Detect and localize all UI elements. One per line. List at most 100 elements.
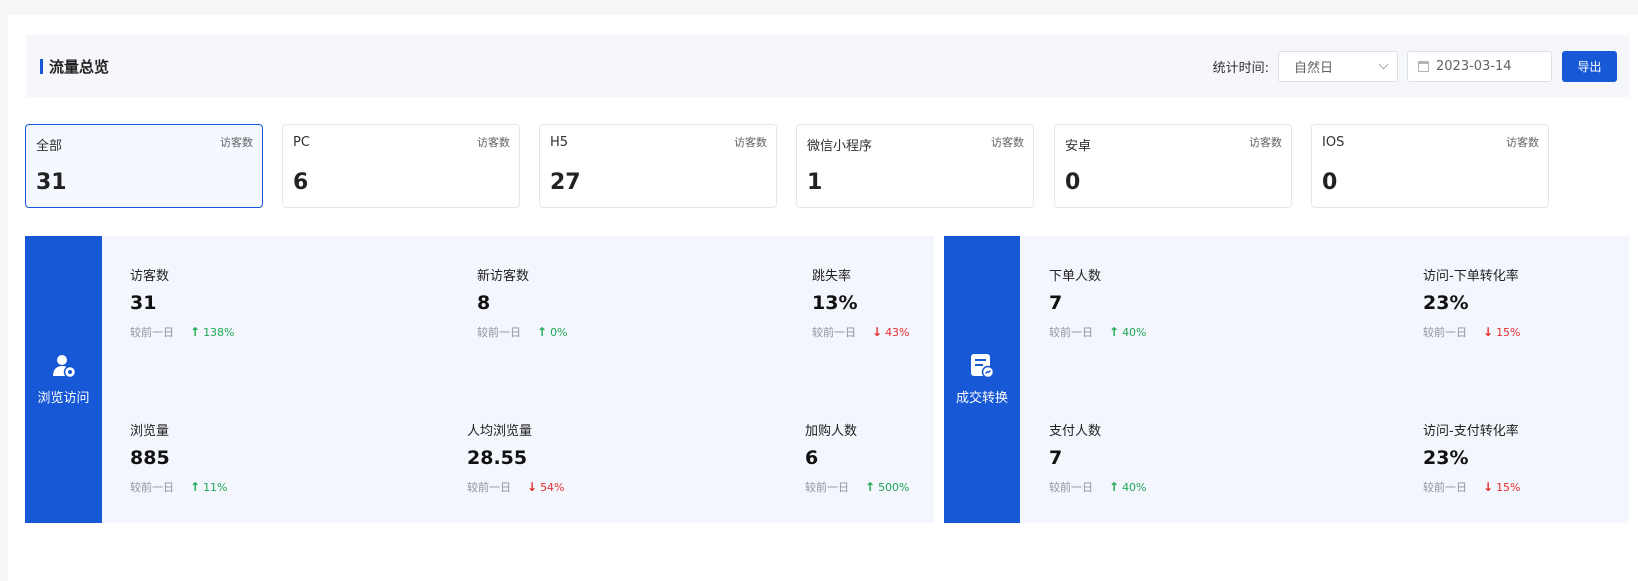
metric-page-views: 浏览量 885 较前一日 ↑ 11% — [130, 420, 228, 495]
chevron-down-icon — [1378, 59, 1389, 70]
change-value: 43% — [885, 325, 910, 339]
filter-bar: 统计时间: 自然日 2023-03-14 导出 — [1213, 51, 1617, 82]
change-up: ↑ 500% — [865, 480, 910, 494]
conversion-label: 成交转换 — [955, 391, 1008, 406]
change-up: ↑ 0% — [537, 325, 568, 339]
dashboard-page: 流量总览 统计时间: 自然日 2023-03-14 导出 全部 访客数 31 P… — [8, 15, 1638, 581]
period-select-value: 自然日 — [1294, 61, 1334, 76]
metric-visit-pay-rate: 访问-支付转化率 23% 较前一日 ↓ 15% — [1423, 420, 1521, 495]
card-value: 0 — [1065, 170, 1081, 195]
change-up: ↑ 40% — [1109, 480, 1147, 494]
card-sub: 访客数 — [1249, 136, 1282, 149]
change-value: 138% — [203, 325, 235, 339]
arrow-up-icon: ↑ — [1109, 480, 1120, 494]
title-accent-bar — [40, 58, 43, 74]
metric-value: 31 — [130, 292, 157, 314]
arrow-up-icon: ↑ — [190, 480, 201, 494]
change-value: 500% — [878, 480, 910, 494]
card-all[interactable]: 全部 访客数 31 — [25, 124, 263, 208]
change-value: 11% — [203, 480, 228, 494]
change-down: ↓ 43% — [872, 325, 910, 339]
metric-order-users: 下单人数 7 较前一日 ↑ 40% — [1049, 265, 1147, 340]
date-value: 2023-03-14 — [1436, 59, 1512, 74]
card-value: 6 — [293, 170, 309, 195]
metric-visit-order-rate: 访问-下单转化率 23% 较前一日 ↓ 15% — [1423, 265, 1521, 340]
stat-time-label: 统计时间: — [1212, 61, 1269, 76]
metric-compare: 较前一日 ↑ 40% — [1049, 479, 1147, 495]
card-sub: 访客数 — [220, 136, 253, 149]
arrow-up-icon: ↑ — [537, 325, 548, 339]
card-sub: 访客数 — [991, 136, 1024, 149]
compare-label: 较前一日 — [805, 481, 849, 494]
metric-value: 28.55 — [467, 447, 528, 469]
compare-label: 较前一日 — [1049, 481, 1093, 494]
metric-add-to-cart: 加购人数 6 较前一日 ↑ 500% — [805, 420, 910, 495]
metric-compare: 较前一日 ↑ 500% — [805, 479, 910, 495]
change-up: ↑ 40% — [1109, 325, 1147, 339]
compare-label: 较前一日 — [467, 481, 511, 494]
metric-label: 访问-下单转化率 — [1423, 269, 1519, 284]
metric-compare: 较前一日 ↓ 15% — [1423, 324, 1521, 340]
metric-label: 访问-支付转化率 — [1423, 424, 1519, 439]
arrow-down-icon: ↓ — [1483, 325, 1494, 339]
card-name: PC — [293, 135, 310, 150]
change-value: 0% — [550, 325, 568, 339]
calendar-icon — [1418, 61, 1429, 72]
change-down: ↓ 54% — [527, 480, 565, 494]
metric-compare: 较前一日 ↑ 138% — [130, 324, 235, 340]
metric-paying-users: 支付人数 7 较前一日 ↑ 40% — [1049, 420, 1147, 495]
arrow-down-icon: ↓ — [527, 480, 538, 494]
browse-label: 浏览访问 — [37, 391, 90, 406]
metric-visitors: 访客数 31 较前一日 ↑ 138% — [130, 265, 235, 340]
change-value: 40% — [1122, 480, 1147, 494]
metric-label: 新访客数 — [477, 269, 530, 284]
card-value: 0 — [1322, 170, 1338, 195]
conversion-side-tab: 成交转换 — [944, 236, 1020, 523]
arrow-down-icon: ↓ — [1483, 480, 1494, 494]
arrow-down-icon: ↓ — [872, 325, 883, 339]
user-view-icon — [52, 355, 76, 379]
card-wechat-miniprogram[interactable]: 微信小程序 访客数 1 — [796, 124, 1034, 208]
card-h5[interactable]: H5 访客数 27 — [539, 124, 777, 208]
metric-label: 访客数 — [130, 269, 170, 284]
card-name: H5 — [550, 135, 569, 150]
card-name: IOS — [1322, 135, 1345, 150]
export-button[interactable]: 导出 — [1562, 51, 1617, 82]
metric-value: 8 — [477, 292, 491, 314]
change-value: 15% — [1496, 480, 1521, 494]
metric-compare: 较前一日 ↑ 11% — [130, 479, 228, 495]
metric-value: 7 — [1049, 292, 1063, 314]
change-value: 15% — [1496, 325, 1521, 339]
change-value: 54% — [540, 480, 565, 494]
metric-value: 23% — [1423, 292, 1469, 314]
conversion-panel: 成交转换 下单人数 7 较前一日 ↑ 40% 访问-下单转化率 23% 较前一日 … — [944, 236, 1629, 523]
overview-header: 流量总览 统计时间: 自然日 2023-03-14 导出 — [26, 35, 1629, 97]
card-sub: 访客数 — [734, 136, 767, 149]
metric-compare: 较前一日 ↓ 43% — [812, 324, 910, 340]
platform-cards: 全部 访客数 31 PC 访客数 6 H5 访客数 27 微信小程序 访客数 1… — [25, 124, 1629, 208]
period-select[interactable]: 自然日 — [1278, 51, 1398, 82]
card-ios[interactable]: IOS 访客数 0 — [1311, 124, 1549, 208]
change-up: ↑ 138% — [190, 325, 235, 339]
card-value: 1 — [807, 170, 823, 195]
browse-side-tab: 浏览访问 — [25, 236, 102, 523]
metric-compare: 较前一日 ↑ 0% — [477, 324, 568, 340]
compare-label: 较前一日 — [1049, 326, 1093, 339]
card-android[interactable]: 安卓 访客数 0 — [1054, 124, 1292, 208]
card-value: 31 — [36, 170, 67, 195]
compare-label: 较前一日 — [812, 326, 856, 339]
metric-value: 23% — [1423, 447, 1469, 469]
card-sub: 访客数 — [477, 136, 510, 149]
metric-value: 13% — [812, 292, 858, 314]
card-value: 27 — [550, 170, 581, 195]
metric-label: 人均浏览量 — [467, 424, 533, 439]
metric-value: 885 — [130, 447, 170, 469]
arrow-up-icon: ↑ — [190, 325, 201, 339]
date-picker[interactable]: 2023-03-14 — [1407, 51, 1552, 82]
change-down: ↓ 15% — [1483, 480, 1521, 494]
metric-compare: 较前一日 ↓ 54% — [467, 479, 565, 495]
card-name: 全部 — [36, 139, 63, 154]
metric-label: 浏览量 — [130, 424, 170, 439]
metric-value: 6 — [805, 447, 819, 469]
card-pc[interactable]: PC 访客数 6 — [282, 124, 520, 208]
